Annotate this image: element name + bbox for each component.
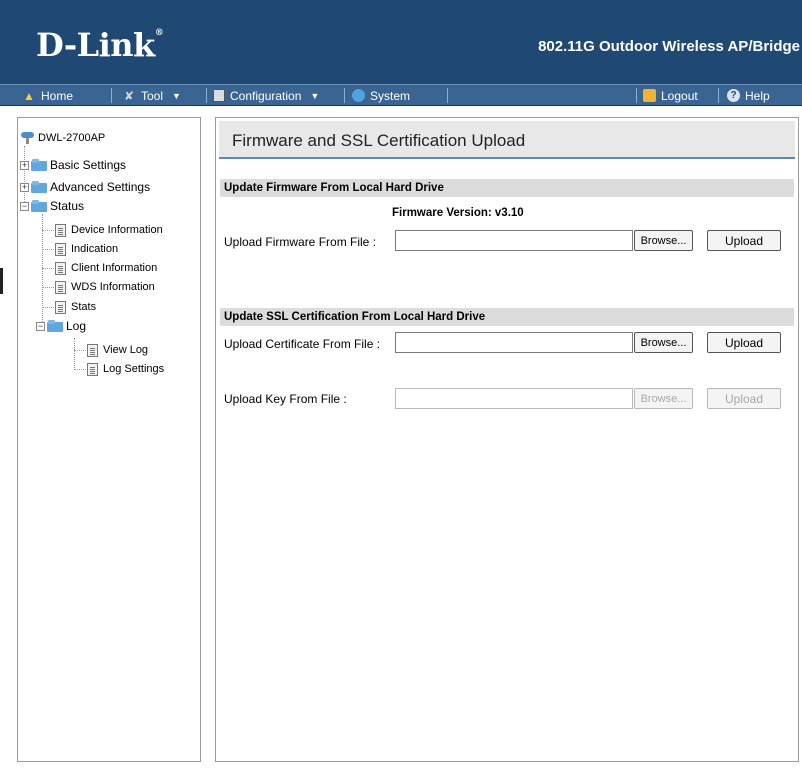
page-icon bbox=[55, 280, 66, 294]
firmware-file-input[interactable] bbox=[395, 230, 633, 251]
tree-basic-settings[interactable]: + Basic Settings bbox=[20, 157, 126, 173]
collapse-icon[interactable]: − bbox=[36, 321, 45, 331]
disk-icon bbox=[213, 89, 225, 102]
tree-stats[interactable]: Stats bbox=[55, 299, 96, 315]
tool-icon: ✘ bbox=[123, 88, 135, 103]
firmware-version: Firmware Version: v3.10 bbox=[392, 207, 524, 219]
home-icon: ▲ bbox=[23, 88, 35, 103]
expand-icon[interactable]: + bbox=[20, 182, 29, 192]
collapse-icon[interactable]: − bbox=[20, 201, 29, 211]
sidebar-tree: DWL-2700AP + Basic Settings + Advanced S… bbox=[17, 117, 201, 762]
key-file-label: Upload Key From File : bbox=[224, 392, 347, 406]
menu-logout[interactable]: Logout bbox=[643, 85, 698, 106]
certificate-browse-button[interactable]: Browse... bbox=[634, 332, 693, 353]
key-file-input[interactable] bbox=[395, 388, 633, 409]
expand-icon[interactable]: + bbox=[20, 160, 29, 170]
globe-icon bbox=[352, 89, 365, 102]
menu-tool[interactable]: ✘ Tool ▼ bbox=[122, 85, 181, 106]
menu-system[interactable]: System bbox=[352, 85, 410, 106]
certificate-upload-button[interactable]: Upload bbox=[707, 332, 781, 353]
product-title: 802.11G Outdoor Wireless AP/Bridge bbox=[538, 38, 800, 55]
ssl-section-header: Update SSL Certification From Local Hard… bbox=[220, 308, 794, 326]
dlink-logo: D-Link® bbox=[36, 26, 164, 64]
tree-wds-information[interactable]: WDS Information bbox=[55, 279, 155, 295]
content-panel: Firmware and SSL Certification Upload Up… bbox=[215, 117, 799, 762]
tree-device-information[interactable]: Device Information bbox=[55, 222, 163, 238]
page-title: Firmware and SSL Certification Upload bbox=[232, 131, 526, 150]
tree-indication[interactable]: Indication bbox=[55, 241, 118, 257]
tree-view-log[interactable]: View Log bbox=[87, 342, 148, 358]
firmware-file-label: Upload Firmware From File : bbox=[224, 235, 377, 249]
menu-configuration[interactable]: Configuration ▼ bbox=[213, 85, 319, 106]
tree-status[interactable]: − Status bbox=[20, 198, 84, 214]
folder-icon bbox=[31, 159, 47, 171]
tree-log[interactable]: − Log bbox=[36, 318, 86, 334]
page-icon bbox=[55, 242, 66, 256]
folder-open-icon bbox=[31, 200, 47, 212]
page-icon bbox=[87, 343, 98, 357]
firmware-upload-button[interactable]: Upload bbox=[707, 230, 781, 251]
logout-icon bbox=[643, 89, 656, 102]
menu-help[interactable]: ? Help bbox=[727, 85, 770, 106]
key-browse-button[interactable]: Browse... bbox=[634, 388, 693, 409]
page-icon bbox=[55, 261, 66, 275]
certificate-file-label: Upload Certificate From File : bbox=[224, 337, 381, 351]
page-icon bbox=[87, 362, 98, 376]
edge-artifact bbox=[0, 268, 3, 294]
folder-open-icon bbox=[47, 320, 63, 332]
help-icon: ? bbox=[727, 89, 740, 102]
access-point-icon bbox=[20, 131, 36, 145]
menu-home[interactable]: ▲ Home bbox=[22, 85, 73, 106]
tree-log-settings[interactable]: Log Settings bbox=[87, 361, 164, 377]
tree-client-information[interactable]: Client Information bbox=[55, 260, 157, 276]
chevron-down-icon: ▼ bbox=[172, 90, 181, 101]
chevron-down-icon: ▼ bbox=[310, 90, 320, 101]
page-title-bar: Firmware and SSL Certification Upload bbox=[219, 121, 795, 159]
page-icon bbox=[55, 223, 66, 237]
firmware-section-header: Update Firmware From Local Hard Drive bbox=[220, 179, 794, 197]
folder-icon bbox=[31, 181, 47, 193]
header-banner: D-Link® 802.11G Outdoor Wireless AP/Brid… bbox=[0, 0, 802, 84]
tree-advanced-settings[interactable]: + Advanced Settings bbox=[20, 179, 150, 195]
page-icon bbox=[55, 300, 66, 314]
firmware-browse-button[interactable]: Browse... bbox=[634, 230, 693, 251]
key-upload-button[interactable]: Upload bbox=[707, 388, 781, 409]
tree-root[interactable]: DWL-2700AP bbox=[20, 130, 105, 146]
menu-bar: ▲ Home ✘ Tool ▼ Configuration ▼ System L… bbox=[0, 84, 802, 106]
certificate-file-input[interactable] bbox=[395, 332, 633, 353]
